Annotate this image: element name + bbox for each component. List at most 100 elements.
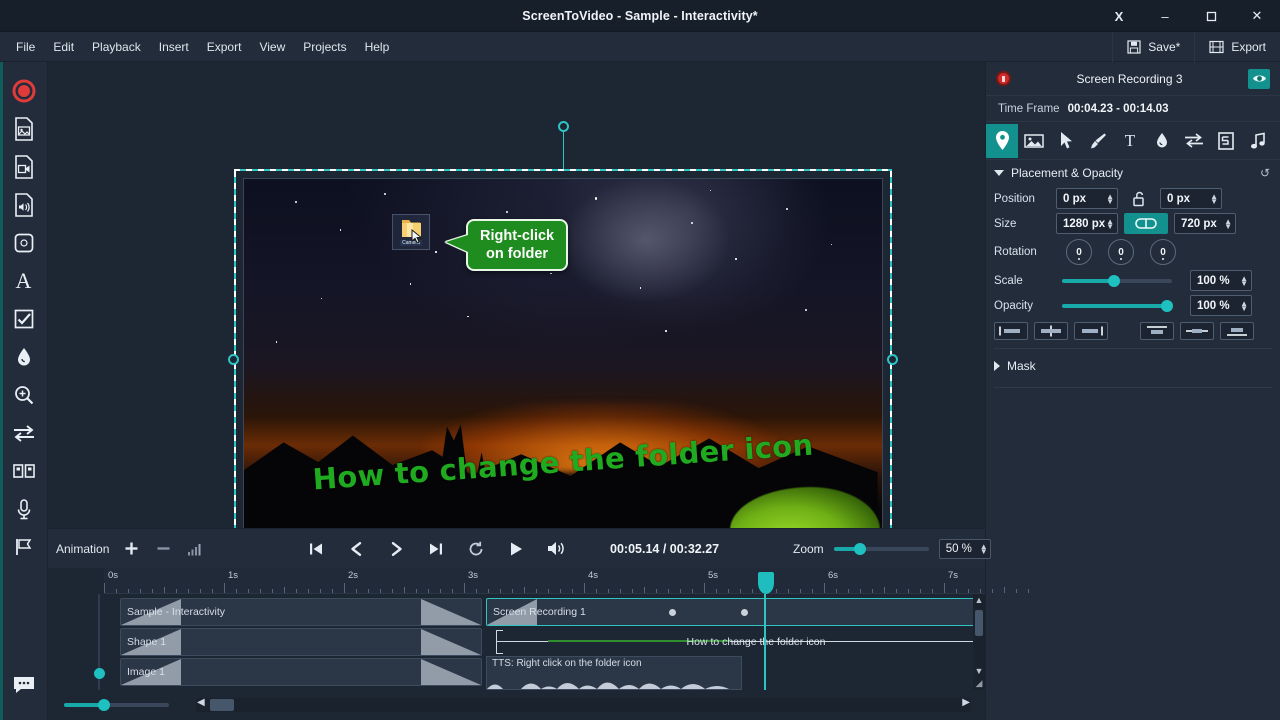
video-preview[interactable]: How to change the folder icon Camera — [243, 178, 883, 528]
timeline-vertical-scrollbar[interactable]: ▲ ▼ ◢ — [973, 594, 985, 690]
microphone-icon[interactable] — [4, 490, 44, 528]
menu-item-edit[interactable]: Edit — [45, 36, 82, 58]
volume-button[interactable] — [543, 536, 569, 562]
zoom-slider[interactable] — [834, 547, 929, 551]
zoom-value-box[interactable]: 50 % ▲▼ — [939, 539, 991, 559]
chat-icon[interactable] — [4, 666, 44, 704]
align-center-horizontal-button[interactable] — [1034, 322, 1068, 340]
opacity-stepper[interactable]: ▲▼ — [1240, 301, 1248, 311]
align-right-button[interactable] — [1074, 322, 1108, 340]
tab-brush[interactable] — [1082, 124, 1114, 158]
zoom-stepper[interactable]: ▲▼ — [980, 544, 988, 554]
shape-icon[interactable] — [4, 224, 44, 262]
table-row[interactable]: Shape 1 — [120, 628, 482, 656]
scale-value-input[interactable]: 100 % ▲▼ — [1190, 270, 1252, 291]
close-window-button[interactable]: ✕ — [1234, 0, 1280, 32]
position-x-stepper[interactable]: ▲▼ — [1106, 194, 1114, 204]
position-y-input[interactable]: 0 px ▲▼ — [1160, 188, 1222, 209]
preview-stage[interactable]: How to change the folder icon Camera — [48, 62, 985, 528]
aspect-ratio-link-button[interactable] — [1124, 213, 1168, 234]
audio-file-icon[interactable] — [4, 186, 44, 224]
align-middle-button[interactable] — [1180, 322, 1214, 340]
table-row[interactable]: Image 1 — [120, 658, 482, 686]
menu-item-export[interactable]: Export — [199, 36, 250, 58]
transition-icon[interactable] — [4, 414, 44, 452]
opacity-slider[interactable] — [1062, 304, 1172, 308]
maximize-button[interactable] — [1188, 0, 1234, 32]
tab-cursor[interactable] — [1050, 124, 1082, 158]
table-row[interactable]: Screen Recording 1 — [486, 598, 985, 626]
timeline-horizontal-scrollbar[interactable]: ◀ ▶ — [196, 698, 971, 712]
tab-transition[interactable] — [1178, 124, 1210, 158]
fade-out-handle[interactable] — [421, 599, 481, 625]
rotation-z-dial[interactable]: 0 — [1150, 239, 1176, 265]
align-bottom-button[interactable] — [1220, 322, 1254, 340]
align-left-button[interactable] — [994, 322, 1028, 340]
tab-text[interactable]: T — [1114, 124, 1146, 158]
position-y-stepper[interactable]: ▲▼ — [1210, 194, 1218, 204]
position-lock-button[interactable] — [1124, 191, 1154, 207]
menu-item-view[interactable]: View — [251, 36, 293, 58]
canvas-selection[interactable]: How to change the folder icon Camera — [234, 169, 892, 528]
menu-item-help[interactable]: Help — [357, 36, 398, 58]
opacity-value-input[interactable]: 100 % ▲▼ — [1190, 295, 1252, 316]
step-backward-button[interactable] — [343, 536, 369, 562]
tab-image[interactable] — [1018, 124, 1050, 158]
section-placement-header[interactable]: Placement & Opacity ↺ — [986, 160, 1280, 186]
close-project-button[interactable]: X — [1096, 0, 1142, 32]
scale-slider-knob[interactable] — [1108, 275, 1120, 287]
scroll-right-arrow[interactable]: ▶ — [962, 697, 970, 708]
table-row[interactable] — [822, 656, 866, 690]
rotation-x-dial[interactable]: 0 — [1066, 239, 1092, 265]
tab-audio[interactable] — [1242, 124, 1274, 158]
fade-out-handle[interactable] — [421, 659, 481, 685]
menu-item-playback[interactable]: Playback — [84, 36, 149, 58]
menu-item-insert[interactable]: Insert — [151, 36, 197, 58]
align-top-button[interactable] — [1140, 322, 1174, 340]
add-animation-button[interactable] — [121, 538, 141, 560]
opacity-slider-knob[interactable] — [1161, 300, 1173, 312]
image-file-icon[interactable] — [4, 110, 44, 148]
loop-button[interactable] — [463, 536, 489, 562]
scroll-left-arrow[interactable]: ◀ — [197, 697, 205, 708]
flag-icon[interactable] — [4, 528, 44, 566]
playhead[interactable] — [764, 594, 766, 690]
rotation-handle[interactable] — [558, 121, 569, 132]
fade-out-handle[interactable] — [421, 629, 481, 655]
interactivity-icon[interactable] — [4, 452, 44, 490]
track-height-knob[interactable] — [98, 699, 110, 711]
scroll-down-arrow[interactable]: ▼ — [973, 666, 985, 676]
tab-html5[interactable] — [1210, 124, 1242, 158]
hscroll-thumb[interactable] — [210, 699, 234, 711]
keyframe-marker[interactable] — [669, 609, 676, 616]
tab-drop[interactable] — [1146, 124, 1178, 158]
keyframe-marker[interactable] — [741, 609, 748, 616]
visibility-toggle[interactable] — [1248, 69, 1270, 89]
record-indicator-icon[interactable] — [996, 71, 1011, 86]
scroll-up-arrow[interactable]: ▲ — [973, 595, 985, 605]
playhead-handle[interactable] — [758, 572, 774, 594]
resize-handle-right[interactable] — [887, 354, 898, 365]
menu-item-projects[interactable]: Projects — [295, 36, 354, 58]
size-height-input[interactable]: 720 px ▲▼ — [1174, 213, 1236, 234]
record-icon[interactable] — [4, 72, 44, 110]
play-button[interactable] — [503, 536, 529, 562]
scale-slider[interactable] — [1062, 279, 1172, 283]
size-width-stepper[interactable]: ▲▼ — [1106, 219, 1114, 229]
callout-bubble[interactable]: Right-click on folder — [466, 219, 568, 271]
tab-placement[interactable] — [986, 124, 1018, 158]
remove-animation-button[interactable] — [153, 538, 173, 560]
text-icon[interactable]: A — [4, 262, 44, 300]
animation-graph-button[interactable] — [185, 538, 205, 560]
save-button[interactable]: Save* — [1112, 32, 1194, 62]
skip-to-start-button[interactable] — [303, 536, 329, 562]
skip-to-end-button[interactable] — [423, 536, 449, 562]
video-file-icon[interactable] — [4, 148, 44, 186]
zoom-slider-knob[interactable] — [854, 543, 866, 555]
tracks[interactable]: Sample - Interactivity Screen Recording … — [104, 594, 985, 690]
track-height-slider[interactable] — [64, 703, 169, 707]
table-row[interactable]: TTS: Right click on the folder icon — [486, 656, 742, 690]
scroll-thumb[interactable] — [975, 610, 983, 636]
section-mask-header[interactable]: Mask — [986, 353, 1280, 379]
blur-drop-icon[interactable] — [4, 338, 44, 376]
